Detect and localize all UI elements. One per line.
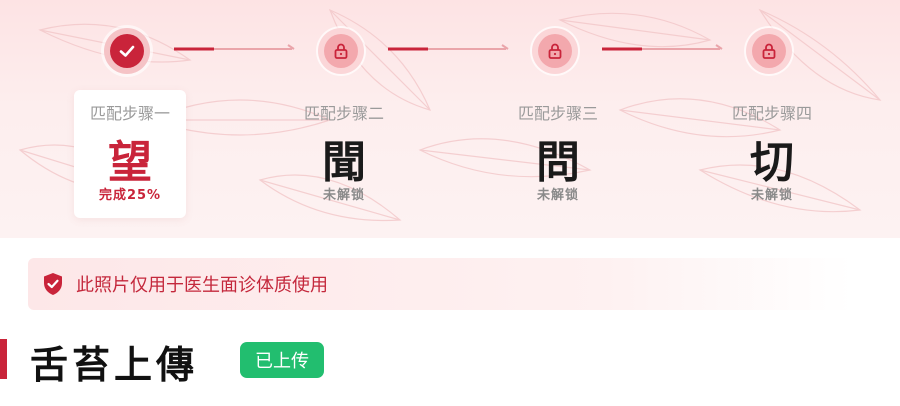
step-3-label: 匹配步骤三 — [517, 104, 598, 123]
step-4-label: 匹配步骤四 — [731, 104, 812, 123]
step-connector-3 — [602, 44, 723, 51]
step-1-status: 完成25% — [98, 188, 162, 203]
step-2-status: 未解锁 — [322, 188, 365, 203]
lock-icon — [548, 43, 562, 59]
step-3-character: 問 — [536, 137, 580, 188]
lock-icon — [762, 43, 776, 59]
section-title: 舌苔上傳 — [30, 342, 199, 387]
step-4-badge — [746, 28, 792, 74]
step-4-character: 切 — [750, 137, 794, 188]
check-icon — [119, 45, 135, 57]
step-4-status: 未解锁 — [750, 188, 793, 203]
privacy-notice: 此照片仅用于医生面诊体质使用 — [28, 258, 852, 310]
shield-check-icon — [44, 273, 62, 295]
step-2-character: 聞 — [322, 137, 366, 188]
step-1-badge — [104, 28, 150, 74]
steps-banner: 匹配步骤一 望 完成25% 匹配步骤二 聞 未解锁 匹配步骤三 問 未解锁 匹配… — [0, 0, 900, 238]
step-1-character: 望 — [108, 137, 152, 188]
step-connector-1 — [174, 44, 295, 51]
step-2-label: 匹配步骤二 — [303, 104, 384, 123]
upload-status-badge: 已上传 — [240, 342, 324, 378]
step-3-badge — [532, 28, 578, 74]
section-accent-bar — [0, 339, 7, 379]
privacy-notice-text: 此照片仅用于医生面诊体质使用 — [76, 275, 328, 296]
step-connector-2 — [388, 44, 509, 51]
step-3-status: 未解锁 — [536, 188, 579, 203]
lock-icon — [334, 43, 348, 59]
step-1-label: 匹配步骤一 — [89, 104, 170, 123]
step-2-badge — [318, 28, 364, 74]
